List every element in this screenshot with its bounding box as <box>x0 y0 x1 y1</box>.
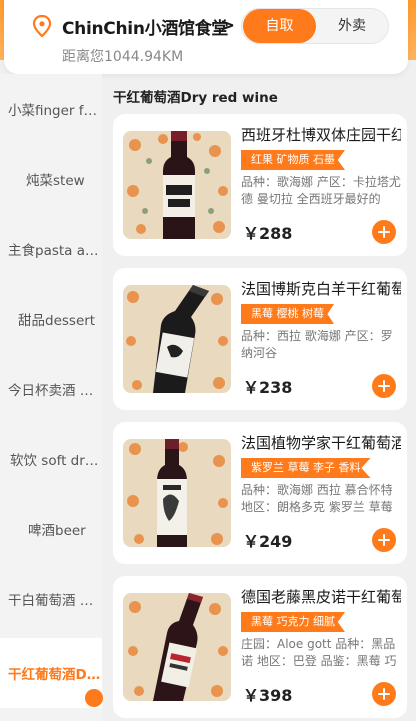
store-header: ChinChin小酒馆食堂 > 距离您1044.94KM 自取 外卖 <box>4 0 408 74</box>
flavor-tag: 紫罗兰 草莓 李子 香料 <box>241 458 371 478</box>
pickup-mode-button[interactable]: 自取 <box>243 9 316 43</box>
product-card[interactable]: 西班牙杜博双体庄园干红葡萄酒 红果 矿物质 石墨 品种：歌海娜 产区：卡拉塔尤德… <box>113 114 407 256</box>
flavor-tag: 黑莓 巧克力 细腻 <box>241 612 345 632</box>
product-name: 法国植物学家干红葡萄酒 <box>241 434 401 452</box>
product-name: 德国老藤黑皮诺干红葡萄酒 <box>241 588 401 606</box>
category-label: 干红葡萄酒Dry red wine <box>8 667 102 683</box>
category-label: 主食pasta and rice <box>8 243 102 259</box>
category-item[interactable]: 啤酒beer <box>0 494 102 564</box>
section-title: 干红葡萄酒Dry red wine <box>113 90 278 106</box>
store-name[interactable]: ChinChin小酒馆食堂 <box>62 14 228 39</box>
store-distance: 距离您1044.94KM <box>62 49 184 65</box>
cart-badge-dot[interactable] <box>85 689 103 707</box>
product-price: ￥398 <box>243 686 293 705</box>
product-card[interactable]: 法国博斯克白羊干红葡萄酒 黑莓 樱桃 树莓 品种：西拉 歌海娜 产区：罗纳河谷 … <box>113 268 407 410</box>
product-description: 品种：歌海娜 产区：卡拉塔尤德 曼切拉 全西班牙最好的 <box>241 175 401 206</box>
add-to-cart-icon[interactable] <box>372 528 396 552</box>
category-item[interactable]: 炖菜stew <box>0 144 102 214</box>
product-image[interactable] <box>123 285 231 393</box>
delivery-mode-button[interactable]: 外卖 <box>316 9 388 43</box>
product-image[interactable] <box>123 131 231 239</box>
category-item[interactable]: 今日杯卖酒 wine <box>0 354 102 424</box>
add-to-cart-icon[interactable] <box>372 220 396 244</box>
product-description: 庄园：Aloe gott 品种：黑品诺 地区：巴登 品鉴：黑莓 巧克力 <box>241 637 397 672</box>
category-label: 甜品dessert <box>18 313 96 329</box>
product-price: ￥288 <box>243 224 293 243</box>
category-label: 软饮 soft drink <box>10 453 102 469</box>
category-label: 啤酒beer <box>28 523 86 539</box>
flavor-tag: 黑莓 樱桃 树莓 <box>241 304 334 324</box>
order-mode-toggle: 自取 外卖 <box>241 8 389 44</box>
product-description: 品种：歌海娜 西拉 慕合怀特 地区：朗格多克 紫罗兰 草莓 <box>241 483 393 514</box>
category-sidebar: 小菜finger food 炖菜stew 主食pasta and rice 甜品… <box>0 74 102 721</box>
location-pin-icon <box>32 15 52 37</box>
product-price: ￥249 <box>243 532 293 551</box>
category-item[interactable]: 干白葡萄酒 Dry white wine <box>0 564 102 634</box>
product-image[interactable] <box>123 439 231 547</box>
category-item[interactable]: 小菜finger food <box>0 74 102 144</box>
category-label: 今日杯卖酒 wine <box>8 383 102 399</box>
add-to-cart-icon[interactable] <box>372 682 396 706</box>
add-to-cart-icon[interactable] <box>372 374 396 398</box>
product-card[interactable]: 法国植物学家干红葡萄酒 紫罗兰 草莓 李子 香料 品种：歌海娜 西拉 慕合怀特 … <box>113 422 407 564</box>
product-price: ￥238 <box>243 378 293 397</box>
category-label: 小菜finger food <box>8 103 102 119</box>
product-description: 品种：西拉 歌海娜 产区：罗纳河谷 <box>241 329 393 360</box>
flavor-tag: 红果 矿物质 石墨 <box>241 150 345 170</box>
chevron-right-icon[interactable]: > <box>220 15 235 36</box>
category-label: 炖菜stew <box>26 173 85 189</box>
product-card[interactable]: 德国老藤黑皮诺干红葡萄酒 黑莓 巧克力 细腻 庄园：Aloe gott 品种：黑… <box>113 576 407 718</box>
category-item[interactable]: 甜品dessert <box>0 284 102 354</box>
product-name: 西班牙杜博双体庄园干红葡萄酒 <box>241 126 401 144</box>
category-label: 干白葡萄酒 Dry white wine <box>8 593 102 609</box>
product-name: 法国博斯克白羊干红葡萄酒 <box>241 280 401 298</box>
product-image[interactable] <box>123 593 231 701</box>
category-item[interactable]: 主食pasta and rice <box>0 214 102 284</box>
category-item[interactable]: 软饮 soft drink <box>0 424 102 494</box>
